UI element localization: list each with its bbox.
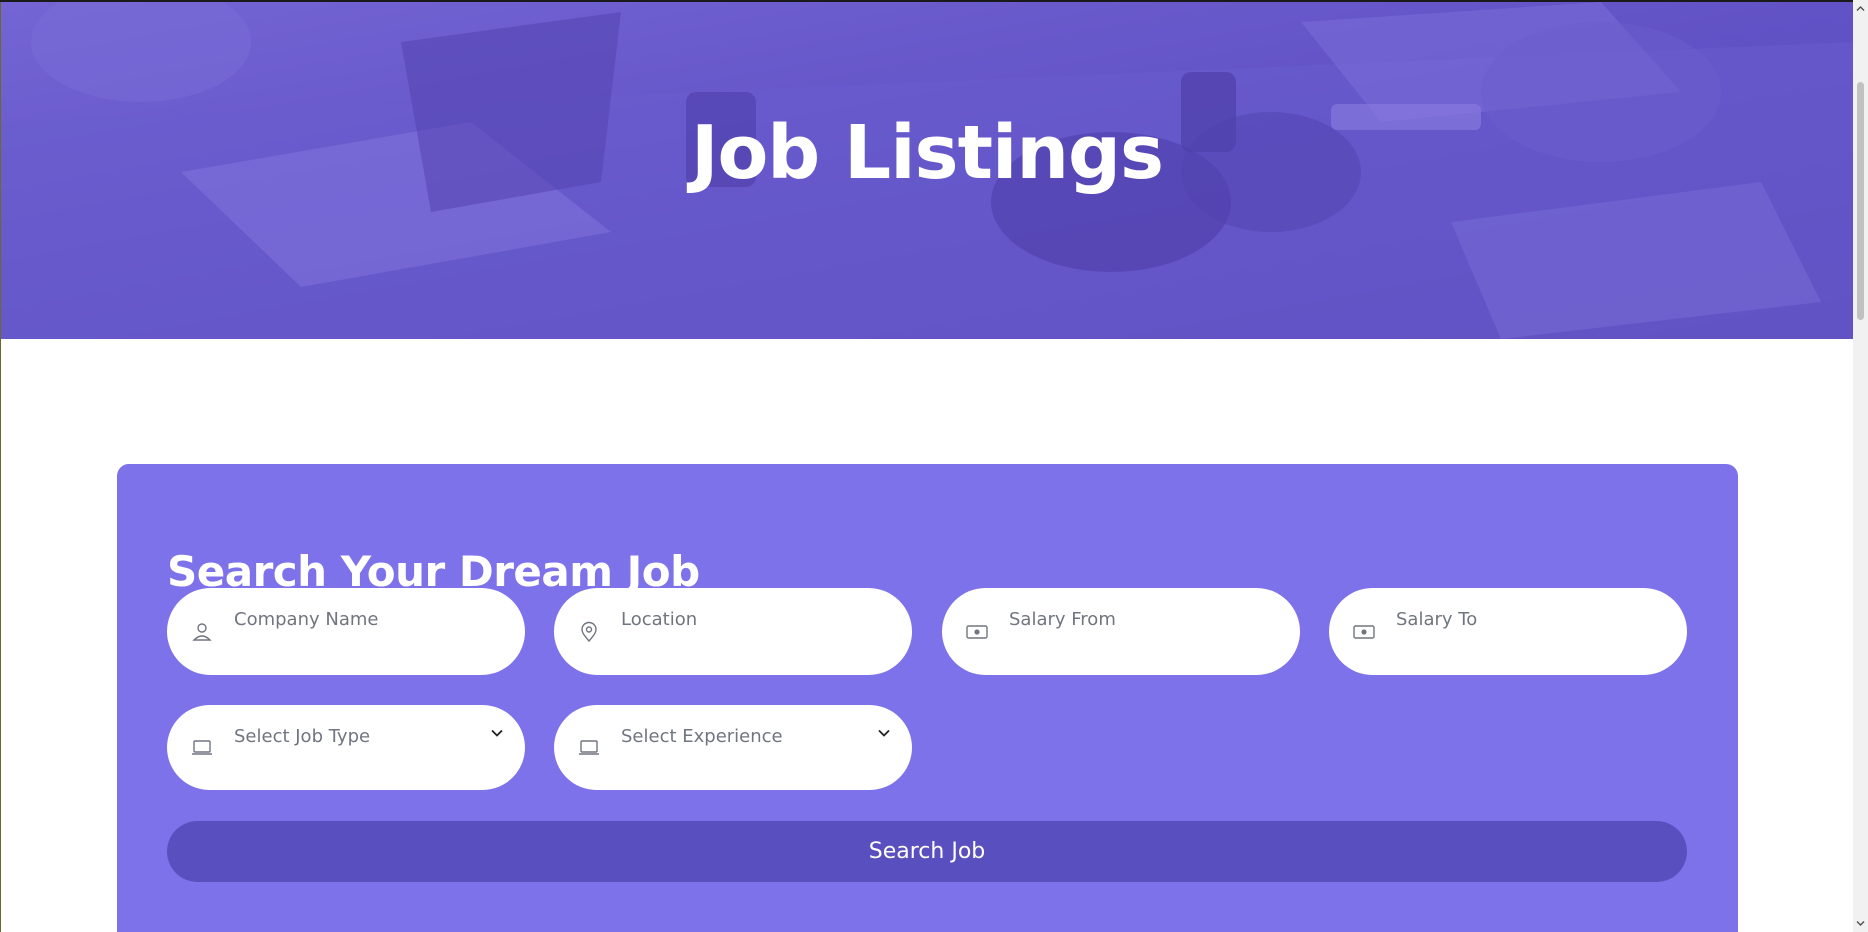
laptop-icon	[579, 740, 599, 755]
job-type-selected: Select Job Type	[234, 726, 371, 747]
salary-to-placeholder: Salary To	[1396, 609, 1478, 630]
map-pin-icon	[581, 621, 597, 643]
experience-selected: Select Experience	[621, 726, 783, 747]
money-icon	[966, 625, 988, 639]
window-top-border	[0, 0, 1853, 2]
scroll-down-arrow-icon[interactable]	[1856, 919, 1865, 928]
user-icon	[192, 623, 212, 641]
scrollbar-thumb[interactable]	[1857, 82, 1864, 320]
experience-select[interactable]: Select Experience	[554, 705, 912, 790]
company-name-placeholder: Company Name	[234, 609, 379, 630]
vertical-scrollbar[interactable]	[1853, 0, 1868, 932]
chevron-down-icon	[878, 729, 890, 737]
laptop-icon	[192, 740, 212, 755]
salary-to-field[interactable]: Salary To	[1329, 588, 1687, 675]
salary-from-placeholder: Salary From	[1009, 609, 1116, 630]
page-title: Job Listings	[690, 109, 1164, 196]
job-type-select[interactable]: Select Job Type	[167, 705, 525, 790]
location-field[interactable]: Location	[554, 588, 912, 675]
salary-from-field[interactable]: Salary From	[942, 588, 1300, 675]
job-search-panel: Search Your Dream Job Company Name Locat…	[117, 464, 1738, 932]
chevron-down-icon	[491, 729, 503, 737]
page: Job Listings Search Your Dream Job Compa…	[0, 0, 1868, 932]
scroll-up-arrow-icon[interactable]	[1856, 4, 1865, 13]
location-placeholder: Location	[621, 609, 698, 630]
hero-banner: Job Listings	[1, 2, 1853, 339]
money-icon	[1353, 625, 1375, 639]
company-name-field[interactable]: Company Name	[167, 588, 525, 675]
search-job-button[interactable]: Search Job	[167, 821, 1687, 882]
